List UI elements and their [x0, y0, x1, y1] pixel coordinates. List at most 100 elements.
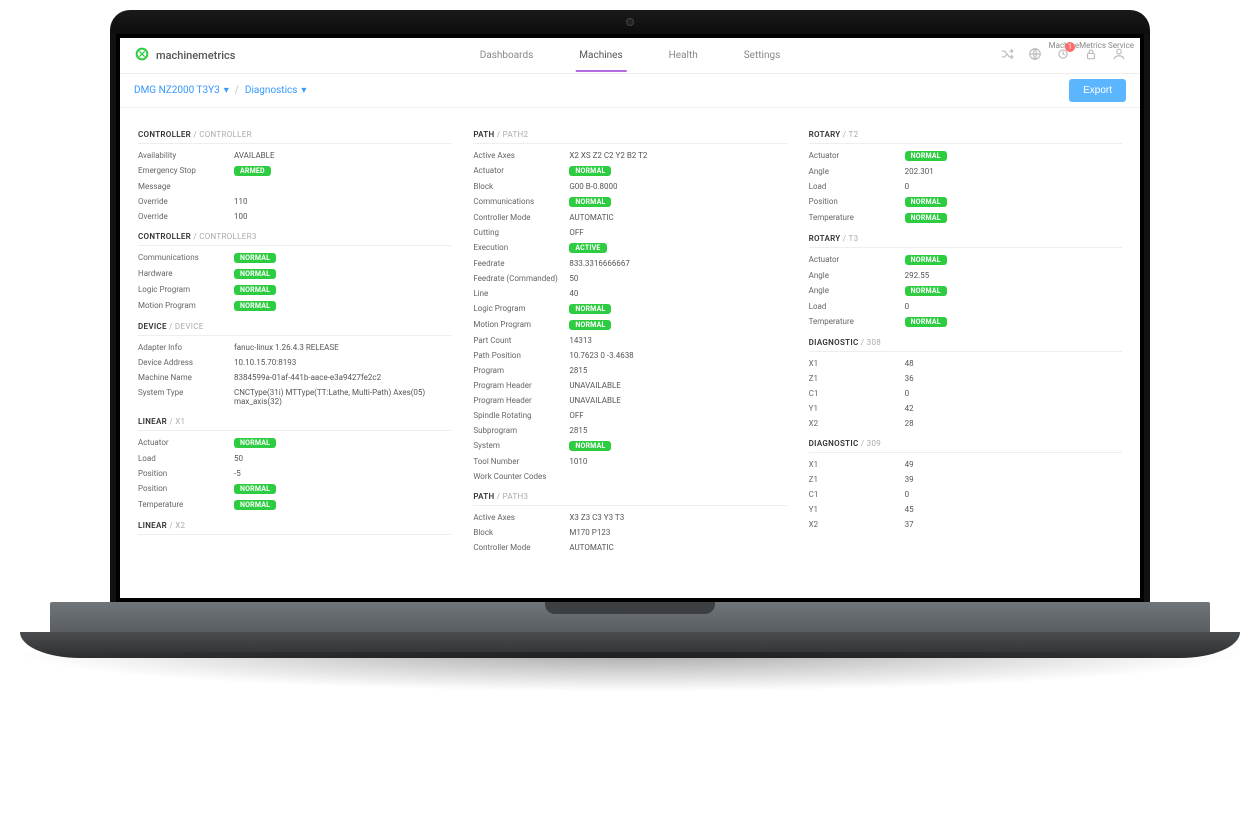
row-position: PositionNORMAL: [809, 194, 1122, 210]
row-machine-name: Machine Name8384599a-01af-441b-aace-e3a9…: [138, 370, 451, 385]
row-path-position: Path Position10.7623 0 -3.4638: [473, 348, 786, 363]
row-logic-program: Logic ProgramNORMAL: [138, 282, 451, 298]
row-block: BlockM170 P123: [473, 525, 786, 540]
laptop-hinge-notch: [545, 602, 715, 614]
status-badge: NORMAL: [234, 438, 276, 448]
shuffle-icon[interactable]: [1000, 47, 1014, 64]
row-program: Program2815: [473, 363, 786, 378]
row-feedrate: Feedrate833.3316666667: [473, 256, 786, 271]
row-angle: AngleNORMAL: [809, 283, 1122, 299]
row-load: Load0: [809, 299, 1122, 314]
row-active-axes: Active AxesX3 Z3 C3 Y3 T3: [473, 510, 786, 525]
row-execution: ExecutionACTIVE: [473, 240, 786, 256]
row-message: Message: [138, 179, 451, 194]
row-communications: CommunicationsNORMAL: [473, 194, 786, 210]
row-spindle-rotating: Spindle RotatingOFF: [473, 408, 786, 423]
status-badge: NORMAL: [569, 197, 611, 207]
section-path2: PATH / PATH2: [473, 130, 786, 144]
row-z1: Z139: [809, 472, 1122, 487]
row-motion-program: Motion ProgramNORMAL: [473, 317, 786, 333]
row-c1: C10: [809, 386, 1122, 401]
row-controller-mode: Controller ModeAUTOMATIC: [473, 210, 786, 225]
notifications-icon[interactable]: 1: [1056, 47, 1070, 64]
status-badge: NORMAL: [905, 255, 947, 265]
row-communications: CommunicationsNORMAL: [138, 250, 451, 266]
row-motion-program: Motion ProgramNORMAL: [138, 298, 451, 314]
row-actuator: ActuatorNORMAL: [138, 435, 451, 451]
row-load: Load50: [138, 451, 451, 466]
status-badge: NORMAL: [905, 317, 947, 327]
section-diagnostic-308: DIAGNOSTIC / 308: [809, 338, 1122, 352]
row-c1: C10: [809, 487, 1122, 502]
status-badge: NORMAL: [569, 441, 611, 451]
status-badge: NORMAL: [569, 320, 611, 330]
status-badge: NORMAL: [905, 151, 947, 161]
status-badge: NORMAL: [234, 285, 276, 295]
row-line: Line40: [473, 286, 786, 301]
export-button[interactable]: Export: [1069, 79, 1126, 102]
row-logic-program: Logic ProgramNORMAL: [473, 301, 786, 317]
camera-dot-icon: [626, 18, 634, 26]
row-tool-number: Tool Number1010: [473, 454, 786, 469]
section-rotary-t3: ROTARY / T3: [809, 234, 1122, 248]
brand-logo-icon: [134, 46, 150, 65]
row-z1: Z136: [809, 371, 1122, 386]
nav-settings[interactable]: Settings: [740, 39, 785, 72]
row-override: Override100: [138, 209, 451, 224]
globe-icon[interactable]: [1028, 47, 1042, 64]
laptop-keyboard-deck: [50, 602, 1210, 632]
row-work-counter-codes: Work Counter Codes: [473, 469, 786, 484]
breadcrumb-page[interactable]: Diagnostics ▾: [245, 85, 307, 96]
brand-name: machinemetrics: [156, 49, 235, 62]
status-badge: NORMAL: [569, 304, 611, 314]
status-badge: NORMAL: [905, 197, 947, 207]
section-controller3: CONTROLLER / CONTROLLER3: [138, 232, 451, 246]
row-actuator: ActuatorNORMAL: [809, 148, 1122, 164]
notification-badge: 1: [1065, 42, 1075, 52]
section-device: DEVICE / DEVICE: [138, 322, 451, 336]
breadcrumb-bar: DMG NZ2000 T3Y3 ▾ / Diagnostics ▾ Export: [120, 74, 1140, 108]
breadcrumb-machine[interactable]: DMG NZ2000 T3Y3 ▾: [134, 85, 229, 96]
section-linear-x1: LINEAR / X1: [138, 417, 451, 431]
nav-dashboards[interactable]: Dashboards: [476, 39, 538, 72]
brand[interactable]: machinemetrics: [134, 46, 235, 65]
lock-icon[interactable]: [1084, 47, 1098, 64]
row-actuator: ActuatorNORMAL: [473, 163, 786, 179]
main-nav: Dashboards Machines Health Settings: [476, 39, 784, 72]
row-device-address: Device Address10.10.15.70:8193: [138, 355, 451, 370]
nav-machines[interactable]: Machines: [575, 39, 626, 72]
row-position: PositionNORMAL: [138, 481, 451, 497]
row-angle: Angle202.301: [809, 164, 1122, 179]
breadcrumb-page-label: Diagnostics: [245, 85, 298, 96]
row-angle: Angle292.55: [809, 268, 1122, 283]
column-3: ROTARY / T2 ActuatorNORMAL Angle202.301 …: [809, 122, 1122, 555]
status-badge: NORMAL: [234, 484, 276, 494]
top-icon-tray: 1: [1000, 47, 1126, 64]
section-diagnostic-309: DIAGNOSTIC / 309: [809, 439, 1122, 453]
status-badge: NORMAL: [234, 253, 276, 263]
row-feedrate-commanded: Feedrate (Commanded)50: [473, 271, 786, 286]
row-actuator: ActuatorNORMAL: [809, 252, 1122, 268]
laptop-camera-bar: [110, 10, 1150, 34]
row-x2: X228: [809, 416, 1122, 431]
row-temperature: TemperatureNORMAL: [809, 210, 1122, 226]
row-adapter-info: Adapter Infofanuc-linux 1.26.4.3 RELEASE: [138, 340, 451, 355]
status-badge: NORMAL: [234, 301, 276, 311]
top-bar: machinemetrics Dashboards Machines Healt…: [120, 38, 1140, 74]
section-linear-x2: LINEAR / X2: [138, 521, 451, 535]
row-y1: Y142: [809, 401, 1122, 416]
chevron-down-icon: ▾: [301, 85, 306, 96]
user-icon[interactable]: [1112, 47, 1126, 64]
row-block: BlockG00 B-0.8000: [473, 179, 786, 194]
row-program-header: Program HeaderUNAVAILABLE: [473, 393, 786, 408]
laptop-shadow: [10, 652, 1250, 692]
column-2: PATH / PATH2 Active AxesX2 XS Z2 C2 Y2 B…: [473, 122, 786, 555]
row-override: Override110: [138, 194, 451, 209]
row-x2: X237: [809, 517, 1122, 532]
row-system: SystemNORMAL: [473, 438, 786, 454]
nav-health[interactable]: Health: [665, 39, 702, 72]
row-subprogram: Subprogram2815: [473, 423, 786, 438]
row-x1: X149: [809, 457, 1122, 472]
row-y1: Y145: [809, 502, 1122, 517]
row-hardware: HardwareNORMAL: [138, 266, 451, 282]
